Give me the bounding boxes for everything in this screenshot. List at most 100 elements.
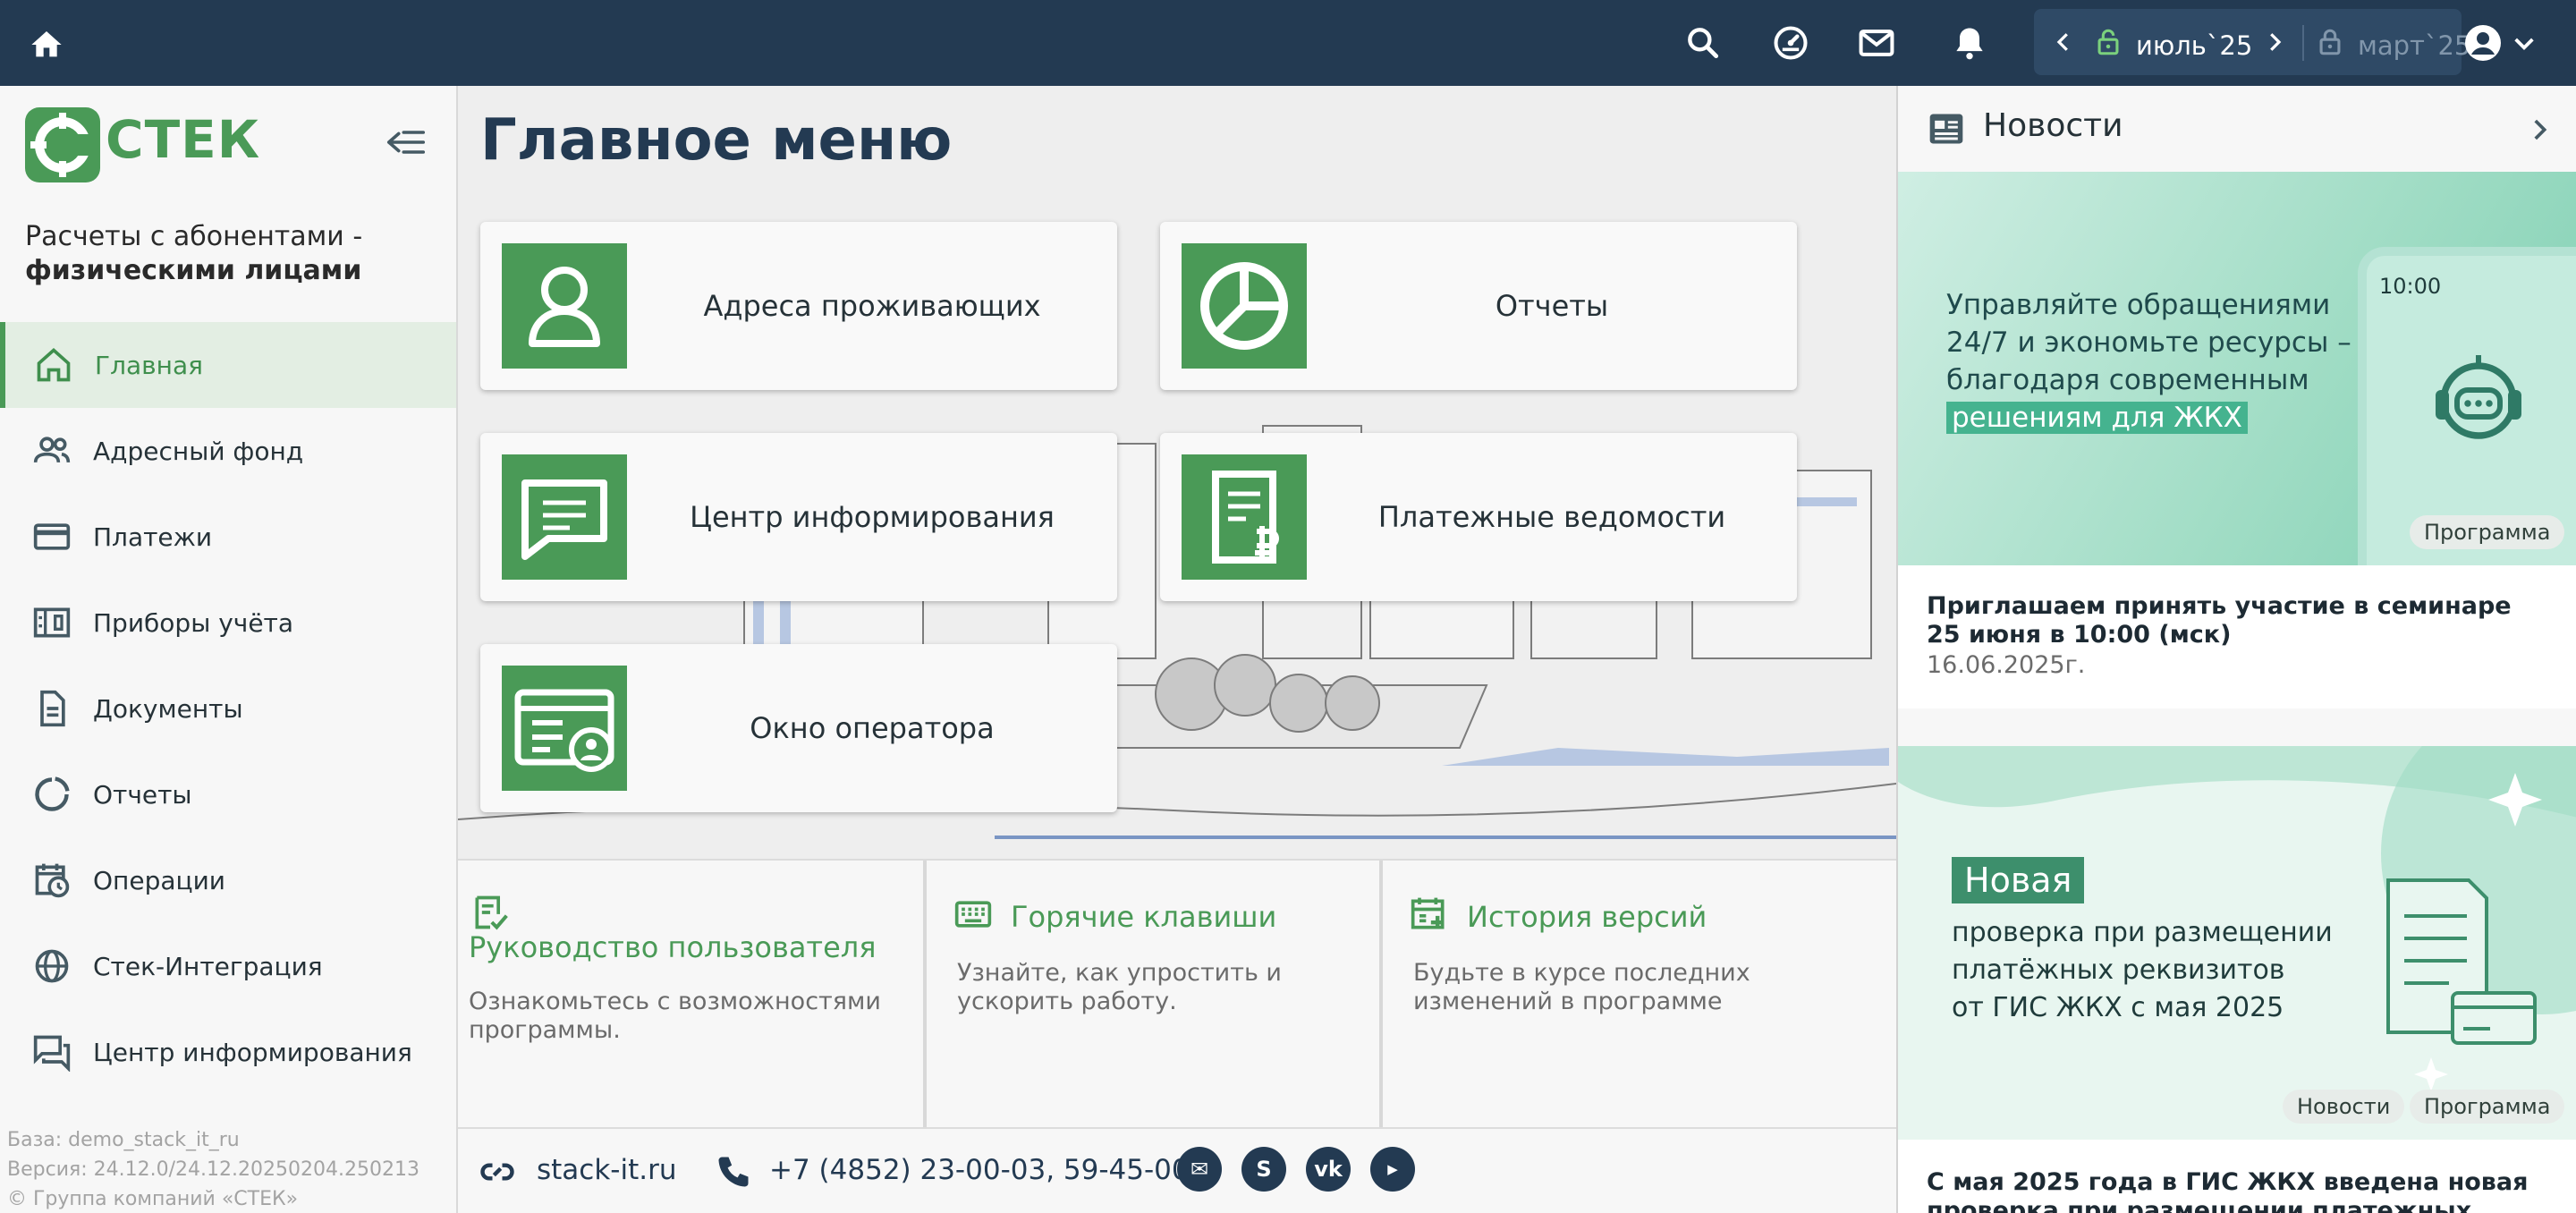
app-subtitle: Расчеты с абонентами - физическими лицам…	[25, 220, 436, 288]
sidebar-nav: Главная Адресный фонд Платежи Приборы уч…	[0, 322, 456, 1095]
sidebar-item-home[interactable]: Главная	[0, 322, 456, 408]
reports-icon	[1182, 243, 1307, 369]
news-title: Новости	[1983, 107, 2123, 144]
banner-text: Управляйте обращениями 24/7 и экономьте …	[1946, 286, 2376, 437]
sidebar-item-reports[interactable]: Отчеты	[0, 751, 456, 837]
people-icon	[33, 437, 71, 463]
sidebar-item-label: Отчеты	[93, 779, 192, 810]
vk-icon[interactable]: vk	[1306, 1147, 1351, 1192]
message-icon	[502, 454, 627, 580]
sidebar-item-info-center[interactable]: Центр информирования	[0, 1009, 456, 1095]
skype-icon[interactable]: S	[1241, 1147, 1286, 1192]
pie-icon	[35, 776, 70, 811]
banner-line: проверка при размещении	[1952, 917, 2333, 948]
home-icon[interactable]	[29, 27, 64, 63]
card-residents-addresses[interactable]: Адреса проживающих	[480, 222, 1117, 390]
sidebar-item-meters[interactable]: Приборы учёта	[0, 580, 456, 666]
news-caption[interactable]: Приглашаем принять участие в семинаре 25…	[1927, 592, 2553, 649]
news-tag[interactable]: Программа	[2410, 515, 2565, 549]
sidebar-item-documents[interactable]: Документы	[0, 666, 456, 751]
account-icon[interactable]	[2462, 21, 2504, 64]
sidebar-item-label: Документы	[93, 693, 243, 724]
news-caption[interactable]: С мая 2025 года в ГИС ЖКХ введена новая …	[1927, 1168, 2553, 1213]
card-label: Адреса проживающих	[703, 289, 1041, 323]
card-reports[interactable]: Отчеты	[1160, 222, 1797, 390]
info-description: Узнайте, как упростить и ускорить работу…	[957, 959, 1282, 1015]
logo-icon	[25, 107, 100, 182]
youtube-icon[interactable]: ▶	[1370, 1147, 1415, 1192]
info-hotkeys[interactable]: Горячие клавиши Узнайте, как упростить и…	[927, 861, 1383, 1127]
card-info-center[interactable]: Центр информирования	[480, 433, 1117, 601]
sidebar-item-integration[interactable]: Стек-Интеграция	[0, 923, 456, 1009]
banner-badge: Новая	[1952, 857, 2085, 903]
news-date: 16.06.2025г.	[1927, 651, 2086, 679]
sidebar-item-label: Платежи	[93, 522, 213, 552]
phone-icon	[718, 1157, 749, 1187]
news-tag[interactable]: Программа	[2410, 1090, 2565, 1124]
phone-time: 10:00	[2379, 274, 2442, 299]
sidebar-item-label: Приборы учёта	[93, 607, 294, 638]
info-description: Ознакомьтесь с возможностями программы.	[469, 988, 881, 1044]
info-title[interactable]: Руководство пользователя	[469, 930, 876, 964]
copyright: © Группа компаний «СТЕК»	[7, 1188, 299, 1210]
version-info: Версия: 24.12.0/24.12.20250204.250213	[7, 1158, 419, 1181]
card-label: Центр информирования	[690, 500, 1055, 534]
sidebar: СТЕК Расчеты с абонентами - физическими …	[0, 86, 458, 1213]
page-title: Главное меню	[480, 107, 953, 174]
lock-closed-icon	[2319, 29, 2341, 55]
dashboard-icon[interactable]	[1771, 23, 1810, 63]
globe-icon	[35, 949, 69, 983]
info-version-history[interactable]: История версий Будьте в курсе последних …	[1383, 861, 1896, 1127]
sidebar-item-operations[interactable]: Операции	[0, 837, 456, 923]
card-operator-window[interactable]: Окно оператора	[480, 644, 1117, 812]
info-row: Руководство пользователя Ознакомьтесь с …	[458, 859, 1896, 1127]
chevron-right-icon[interactable]	[2524, 115, 2555, 145]
subtitle-line2: физическими лицами	[25, 255, 362, 286]
document-icon	[40, 690, 65, 727]
banner-line: 24/7 и экономьте ресурсы –	[1946, 327, 2351, 359]
person-icon	[502, 243, 627, 369]
mail-icon[interactable]	[1857, 23, 1896, 63]
sidebar-item-label: Главная	[95, 350, 203, 380]
card-payment-statements[interactable]: Платежные ведомости	[1160, 433, 1797, 601]
card-label: Отчеты	[1495, 289, 1609, 323]
news-banner: Управляйте обращениями 24/7 и экономьте …	[1898, 172, 2576, 565]
logo-text: СТЕК	[106, 109, 261, 170]
banner-line: Управляйте обращениями	[1946, 289, 2331, 321]
chevron-right-icon[interactable]	[2261, 29, 2288, 55]
email-icon[interactable]: ✉	[1177, 1147, 1222, 1192]
banner-line: благодаря современным	[1946, 364, 2309, 396]
period-divider	[2302, 25, 2304, 61]
collapse-menu-icon[interactable]	[386, 127, 426, 157]
sidebar-item-payments[interactable]: Платежи	[0, 494, 456, 580]
news-header: Новости	[1898, 86, 2576, 172]
keyboard-icon	[954, 901, 992, 928]
banner-line: от ГИС ЖКХ с мая 2025	[1952, 992, 2284, 1023]
search-icon[interactable]	[1683, 23, 1723, 63]
info-title[interactable]: История версий	[1467, 900, 1707, 934]
link-icon	[480, 1163, 514, 1181]
sidebar-item-label: Стек-Интеграция	[93, 951, 323, 981]
news-tag[interactable]: Новости	[2283, 1090, 2405, 1124]
sidebar-item-label: Операции	[93, 865, 225, 895]
subtitle-line1: Расчеты с абонентами -	[25, 221, 363, 252]
news-item[interactable]: Управляйте обращениями 24/7 и экономьте …	[1898, 172, 2576, 708]
info-user-guide[interactable]: Руководство пользователя Ознакомьтесь с …	[458, 861, 927, 1127]
chevron-left-icon[interactable]	[2050, 29, 2077, 55]
guide-icon	[475, 895, 508, 930]
calendar-add-icon	[1411, 897, 1445, 929]
database-name: База: demo_stack_it_ru	[7, 1129, 240, 1151]
website-link[interactable]: stack-it.ru	[537, 1154, 677, 1186]
info-title[interactable]: Горячие клавиши	[1011, 900, 1276, 934]
news-item[interactable]: Новая проверка при размещении платёжных …	[1898, 746, 2576, 1213]
lock-open-icon	[2097, 29, 2119, 55]
chevron-down-icon[interactable]	[2510, 29, 2538, 57]
sidebar-item-label: Адресный фонд	[93, 436, 304, 466]
current-period[interactable]: июль`25	[2136, 30, 2252, 61]
calendar-clock-icon	[35, 863, 70, 898]
bell-icon[interactable]	[1950, 23, 1989, 63]
system-info: База: demo_stack_it_ru Версия: 24.12.0/2…	[7, 1125, 419, 1213]
banner-line: платёжных реквизитов	[1952, 954, 2285, 986]
period-switcher: июль`25 март`25	[2034, 9, 2470, 75]
sidebar-item-address-fund[interactable]: Адресный фонд	[0, 408, 456, 494]
